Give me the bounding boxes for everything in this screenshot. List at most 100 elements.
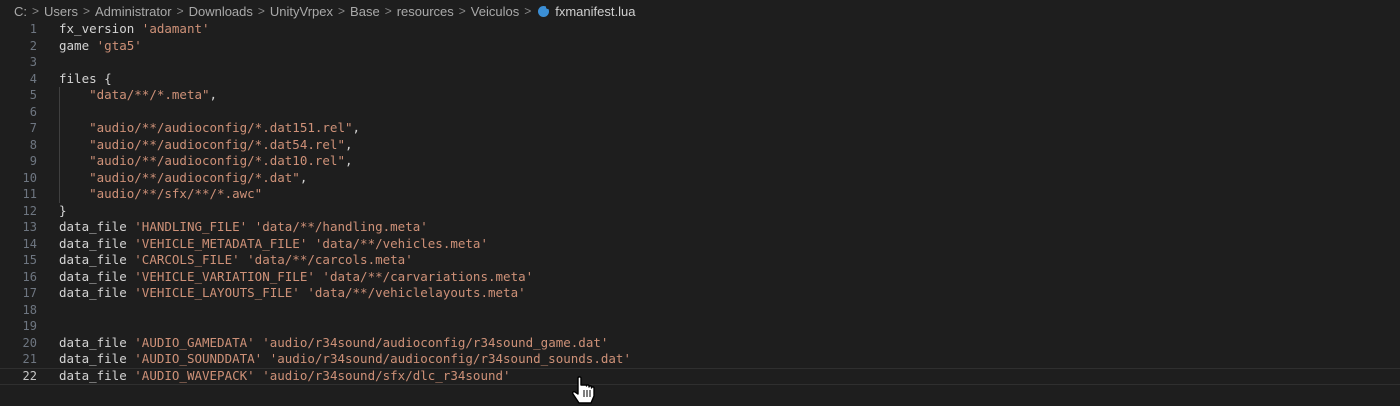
code-line[interactable]: 12} bbox=[0, 203, 1400, 220]
line-number: 21 bbox=[22, 352, 37, 366]
code-line[interactable]: 8 "audio/**/audioconfig/*.dat54.rel", bbox=[0, 136, 1400, 154]
code-line[interactable]: 6 bbox=[0, 103, 1400, 120]
code-token: , bbox=[344, 153, 353, 168]
code-line[interactable]: 5 "data/**/*.meta", bbox=[0, 87, 1400, 104]
chevron-right-icon: > bbox=[257, 4, 265, 18]
string-token: "audio/**/sfx/**/*.awc" bbox=[89, 186, 263, 201]
breadcrumb-item[interactable]: resources bbox=[397, 4, 454, 19]
code-text: "audio/**/audioconfig/*.dat10.rel", bbox=[59, 153, 353, 170]
code-text: data_file 'VEHICLE_METADATA_FILE' 'data/… bbox=[59, 236, 488, 253]
line-number: 5 bbox=[29, 88, 37, 102]
code-text: data_file 'AUDIO_WAVEPACK' 'audio/r34sou… bbox=[59, 368, 511, 385]
string-token: 'audio/r34sound/audioconfig/r34sound_sou… bbox=[269, 351, 631, 366]
line-number: 17 bbox=[22, 286, 37, 300]
code-line[interactable]: 17 data_file 'VEHICLE_LAYOUTS_FILE' 'data… bbox=[0, 285, 1400, 302]
code-token: data_file bbox=[59, 285, 135, 300]
line-number: 13 bbox=[22, 220, 37, 234]
string-token: "data/**/*.meta" bbox=[89, 87, 210, 102]
line-number: 15 bbox=[22, 253, 37, 267]
breadcrumb-file[interactable]: fxmanifest.lua bbox=[555, 4, 635, 19]
chevron-right-icon: > bbox=[384, 4, 392, 18]
code-token: data_file bbox=[59, 235, 135, 251]
chevron-right-icon: > bbox=[458, 4, 466, 18]
code-line[interactable]: 1 fx_version 'adamant' bbox=[0, 21, 1400, 38]
breadcrumb-item[interactable]: Downloads bbox=[189, 4, 253, 19]
code-text: } bbox=[59, 203, 67, 220]
chevron-right-icon: > bbox=[524, 4, 532, 18]
line-number: 6 bbox=[29, 104, 37, 119]
string-token: 'VEHICLE_LAYOUTS_FILE' bbox=[134, 285, 300, 300]
code-line[interactable]: 9 "audio/**/audioconfig/*.dat10.rel", bbox=[0, 153, 1400, 170]
breadcrumb-item[interactable]: Base bbox=[350, 4, 380, 19]
code-text: fx_version 'adamant' bbox=[59, 21, 210, 38]
string-token: 'data/**/carcols.meta' bbox=[247, 252, 413, 267]
line-number: 7 bbox=[29, 121, 37, 135]
lua-file-icon bbox=[538, 4, 551, 17]
string-token: 'audio/r34sound/sfx/dlc_r34sound' bbox=[262, 367, 511, 383]
code-token: data_file bbox=[59, 219, 135, 234]
code-token: data_file bbox=[59, 268, 135, 284]
string-token: "audio/**/audioconfig/*.dat10.rel" bbox=[89, 153, 345, 168]
chevron-right-icon: > bbox=[82, 4, 90, 18]
code-line[interactable]: 7 "audio/**/audioconfig/*.dat151.rel", bbox=[0, 120, 1400, 137]
code-token: , bbox=[209, 87, 218, 102]
breadcrumb-item[interactable]: Administrator bbox=[95, 4, 172, 19]
code-text: "audio/**/audioconfig/*.dat54.rel", bbox=[59, 136, 353, 154]
code-line[interactable]: 2 game 'gta5' bbox=[0, 38, 1400, 55]
line-number: 11 bbox=[22, 187, 37, 201]
code-line[interactable]: 13 data_file 'HANDLING_FILE' 'data/**/han… bbox=[0, 219, 1400, 236]
string-token: 'data/**/vehiclelayouts.meta' bbox=[307, 285, 526, 300]
line-number: 20 bbox=[22, 335, 37, 350]
line-number: 10 bbox=[22, 170, 37, 185]
code-line[interactable]: 21 data_file 'AUDIO_SOUNDDATA' 'audio/r34… bbox=[0, 351, 1400, 368]
string-token: 'HANDLING_FILE' bbox=[134, 219, 248, 234]
code-text: game 'gta5' bbox=[59, 38, 142, 55]
line-number: 3 bbox=[29, 55, 37, 69]
string-token: 'AUDIO_GAMEDATA' bbox=[134, 334, 255, 350]
code-text: files { bbox=[59, 71, 112, 88]
code-text: "audio/**/sfx/**/*.awc" bbox=[59, 186, 262, 203]
string-token: 'adamant' bbox=[141, 21, 210, 36]
code-text: data_file 'VEHICLE_LAYOUTS_FILE' 'data/*… bbox=[59, 285, 526, 302]
string-token: 'VEHICLE_METADATA_FILE' bbox=[134, 235, 308, 251]
string-token: 'CARCOLS_FILE' bbox=[134, 252, 240, 267]
code-text: data_file 'CARCOLS_FILE' 'data/**/carcol… bbox=[59, 252, 413, 269]
chevron-right-icon: > bbox=[176, 4, 184, 18]
breadcrumb-item[interactable]: UnityVrpex bbox=[270, 4, 333, 19]
line-number: 2 bbox=[29, 38, 37, 53]
code-token: game bbox=[59, 37, 97, 53]
string-token: "audio/**/audioconfig/*.dat151.rel" bbox=[89, 120, 353, 135]
code-line[interactable]: 11 "audio/**/sfx/**/*.awc" bbox=[0, 186, 1400, 203]
string-token: 'data/**/carvariations.meta' bbox=[322, 268, 534, 284]
code-line[interactable]: 4 files { bbox=[0, 71, 1400, 88]
string-token: 'VEHICLE_VARIATION_FILE' bbox=[134, 268, 315, 284]
code-line[interactable]: 22 data_file 'AUDIO_WAVEPACK' 'audio/r34s… bbox=[0, 367, 1400, 385]
code-line[interactable]: 18 bbox=[0, 302, 1400, 319]
code-text: "audio/**/audioconfig/*.dat", bbox=[59, 170, 307, 187]
code-line[interactable]: 15 data_file 'CARCOLS_FILE' 'data/**/carc… bbox=[0, 252, 1400, 269]
code-editor[interactable]: 1 fx_version 'adamant' 2 game 'gta5' 3 4 files… bbox=[0, 21, 1400, 385]
code-token: , bbox=[344, 136, 353, 152]
indent-guide bbox=[59, 103, 60, 120]
breadcrumb-item[interactable]: Users bbox=[44, 4, 78, 19]
string-token: "audio/**/audioconfig/*.dat54.rel" bbox=[89, 136, 345, 152]
line-number: 4 bbox=[29, 71, 37, 86]
code-line[interactable]: 3 bbox=[0, 54, 1400, 71]
code-line[interactable]: 14 data_file 'VEHICLE_METADATA_FILE' 'dat… bbox=[0, 236, 1400, 253]
code-line[interactable]: 10 "audio/**/audioconfig/*.dat", bbox=[0, 169, 1400, 187]
code-line[interactable]: 19 bbox=[0, 318, 1400, 335]
line-number: 14 bbox=[22, 236, 37, 251]
breadcrumb-item[interactable]: C: bbox=[14, 4, 27, 19]
code-token: data_file bbox=[59, 334, 135, 350]
code-line[interactable]: 16 data_file 'VEHICLE_VARIATION_FILE' 'da… bbox=[0, 269, 1400, 286]
breadcrumb-item[interactable]: Veiculos bbox=[471, 4, 519, 19]
code-line[interactable]: 20 data_file 'AUDIO_GAMEDATA' 'audio/r34s… bbox=[0, 335, 1400, 352]
